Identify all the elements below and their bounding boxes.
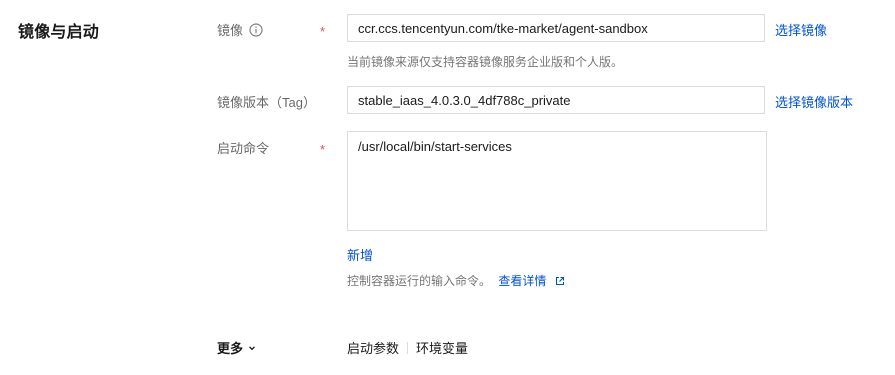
more-label[interactable]: 更多 bbox=[217, 338, 243, 357]
image-help-text: 当前镜像来源仅支持容器镜像服务企业版和个人版。 bbox=[347, 55, 624, 69]
command-help-row: 控制容器运行的输入命令。 查看详情 bbox=[347, 272, 565, 289]
image-input[interactable]: ccr.ccs.tencentyun.com/tke-market/agent-… bbox=[347, 14, 765, 42]
more-toggle[interactable]: 更多 bbox=[217, 338, 257, 357]
chevron-down-icon bbox=[247, 343, 257, 353]
command-required-mark: * bbox=[320, 142, 326, 157]
more-item-startup-args[interactable]: 启动参数 bbox=[347, 338, 399, 357]
info-circle-icon[interactable] bbox=[249, 22, 263, 37]
select-image-link[interactable]: 选择镜像 bbox=[775, 20, 827, 39]
more-items: 启动参数 环境变量 bbox=[347, 338, 468, 357]
image-required-mark: * bbox=[320, 24, 326, 39]
view-details-link[interactable]: 查看详情 bbox=[498, 274, 564, 288]
external-link-icon bbox=[555, 276, 565, 286]
add-command-link[interactable]: 新增 bbox=[347, 245, 373, 264]
select-tag-link[interactable]: 选择镜像版本 bbox=[775, 92, 853, 111]
tag-input[interactable]: stable_iaas_4.0.3.0_4df788c_private bbox=[347, 86, 765, 114]
command-help-text: 控制容器运行的输入命令。 bbox=[347, 274, 492, 288]
view-details-label[interactable]: 查看详情 bbox=[498, 274, 546, 288]
tag-label: 镜像版本（Tag） bbox=[217, 95, 316, 110]
more-item-env-vars[interactable]: 环境变量 bbox=[416, 338, 468, 357]
command-label: 启动命令 bbox=[217, 141, 270, 156]
image-label: 镜像 bbox=[217, 23, 244, 38]
command-textarea[interactable]: /usr/local/bin/start-services bbox=[347, 131, 767, 231]
image-label-row: 镜像 bbox=[217, 20, 263, 39]
divider bbox=[407, 341, 409, 354]
section-title: 镜像与启动 bbox=[18, 24, 100, 41]
